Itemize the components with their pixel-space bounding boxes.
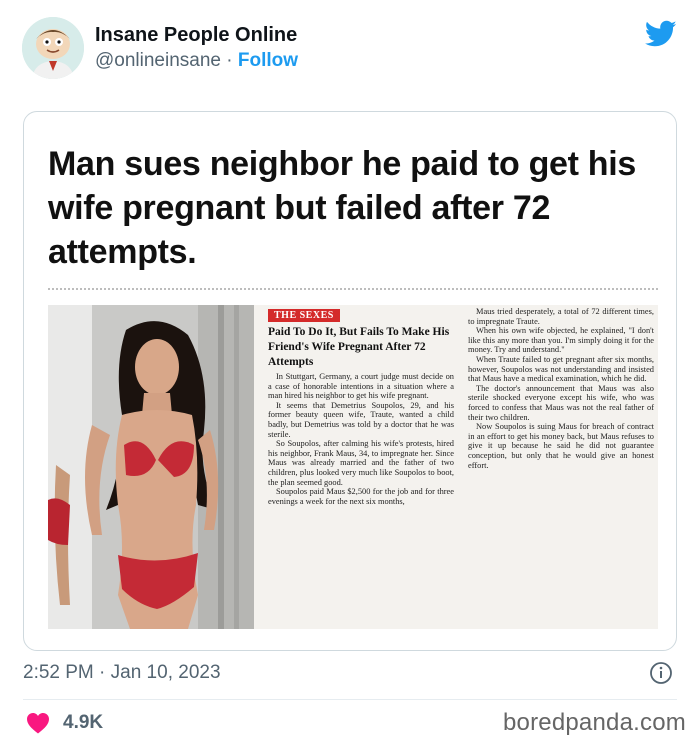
article-column-2: Maus tried desperately, a total of 72 di… xyxy=(468,305,654,629)
headline: Man sues neighbor he paid to get his wif… xyxy=(48,145,637,271)
paragraph: It seems that Demetrius Soupolos, 29, an… xyxy=(268,400,454,439)
paragraph: In Stuttgart, Germany, a court judge mus… xyxy=(268,372,454,401)
article-body: Maus tried desperately, a total of 72 di… xyxy=(468,307,654,470)
photo-woman-bikini xyxy=(48,305,254,629)
paragraph: Soupolos paid Maus $2,500 for the job an… xyxy=(268,487,454,506)
separator-dot: · xyxy=(226,50,233,71)
article-column-1: THE SEXES Paid To Do It, But Fails To Ma… xyxy=(268,305,454,629)
display-name[interactable]: Insane People Online xyxy=(95,24,297,47)
paragraph: When his own wife objected, he explained… xyxy=(468,326,654,355)
twitter-bird-icon[interactable] xyxy=(645,20,677,48)
media-image[interactable]: Man sues neighbor he paid to get his wif… xyxy=(23,111,677,651)
paragraph: So Soupolos, after calming his wife's pr… xyxy=(268,439,454,487)
article-body: In Stuttgart, Germany, a court judge mus… xyxy=(268,372,454,506)
tweet-card: Insane People Online @onlineinsane · Fol… xyxy=(0,0,700,751)
heart-icon[interactable] xyxy=(26,712,50,734)
handle[interactable]: @onlineinsane xyxy=(95,50,221,71)
info-icon[interactable] xyxy=(649,661,673,685)
follow-button[interactable]: Follow xyxy=(238,50,298,71)
handle-row: @onlineinsane · Follow xyxy=(95,50,298,72)
article-title: Paid To Do It, But Fails To Make His Fri… xyxy=(268,326,450,368)
divider xyxy=(23,699,677,700)
paragraph: Maus tried desperately, a total of 72 di… xyxy=(468,307,654,326)
avatar[interactable] xyxy=(22,17,84,79)
paragraph: When Traute failed to get pregnant after… xyxy=(468,354,654,384)
section-tag: THE SEXES xyxy=(268,309,340,322)
dotted-divider xyxy=(48,288,658,290)
like-count[interactable]: 4.9K xyxy=(63,712,103,734)
watermark: boredpanda.com xyxy=(503,709,686,736)
tweet-timestamp[interactable]: 2:52 PM · Jan 10, 2023 xyxy=(23,662,221,684)
paragraph: Now Soupolos is suing Maus for breach of… xyxy=(468,422,654,470)
newspaper-clipping: THE SEXES Paid To Do It, But Fails To Ma… xyxy=(48,305,658,629)
paragraph: The doctor's announcement that Maus was … xyxy=(468,383,654,422)
